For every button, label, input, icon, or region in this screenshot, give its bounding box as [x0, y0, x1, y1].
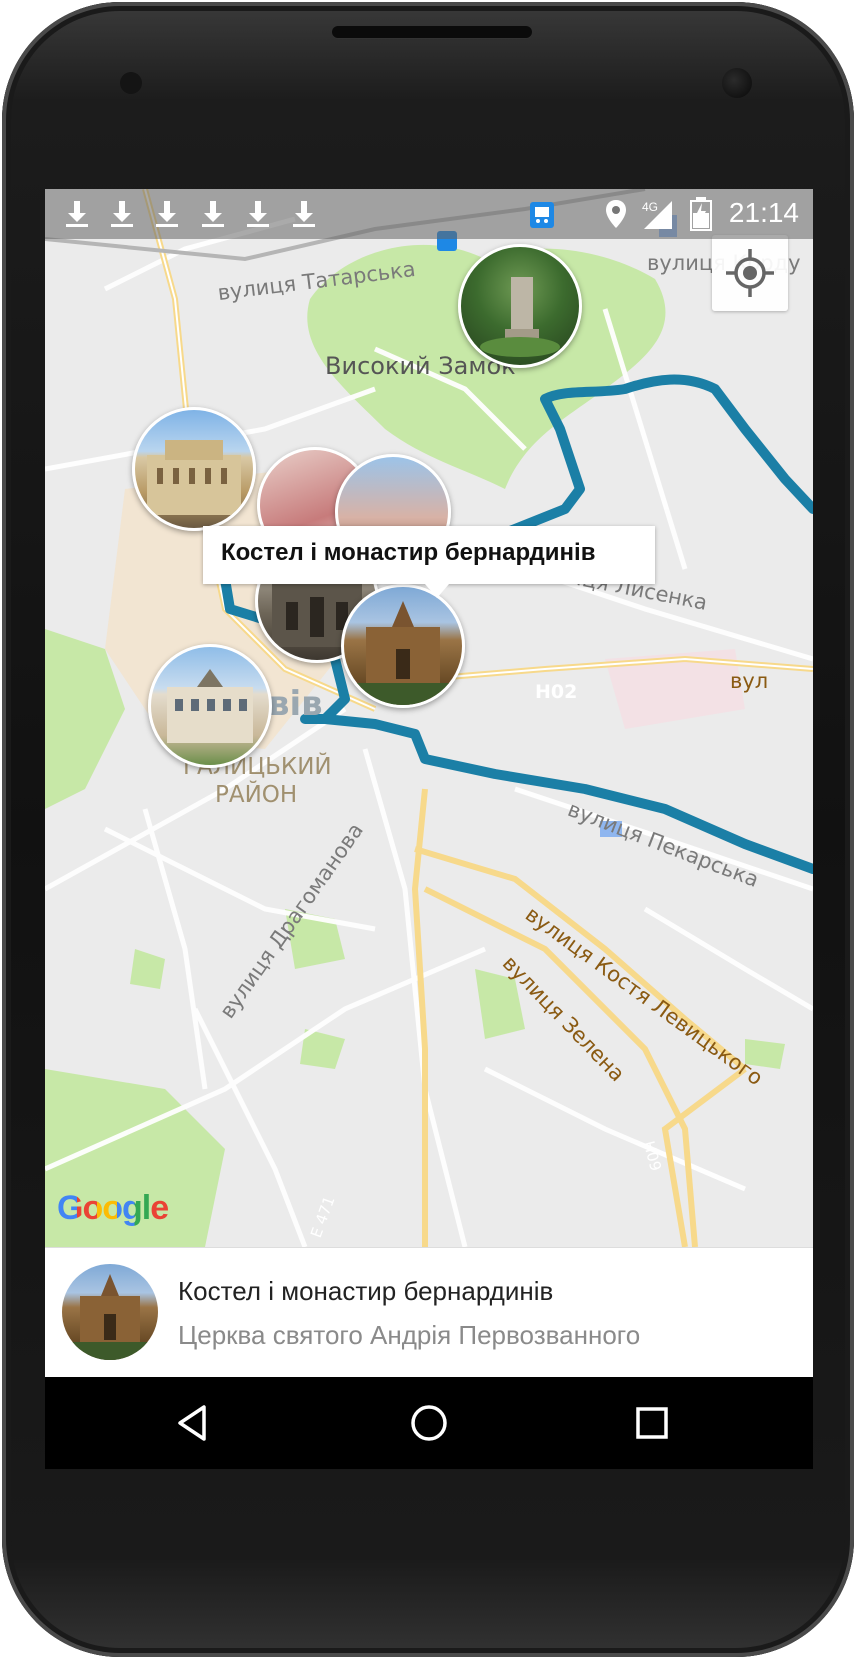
opera-photo	[147, 440, 241, 515]
status-clock: 21:14	[728, 197, 799, 228]
palace-photo	[167, 669, 253, 743]
bernardine-photo	[344, 601, 462, 705]
speaker-grille	[332, 26, 532, 38]
signal-4g-icon: 4G	[642, 200, 672, 229]
place-title: Костел і монастир бернардинів	[178, 1276, 554, 1306]
place-thumbnail[interactable]	[62, 1264, 158, 1360]
my-location-button[interactable]	[712, 235, 788, 311]
proximity-sensor	[120, 72, 142, 94]
home-icon[interactable]	[407, 1401, 451, 1445]
network-type-label: 4G	[642, 200, 658, 214]
download-icon	[156, 201, 178, 227]
marker-info-window[interactable]: Костел і монастир бернардинів	[203, 526, 655, 598]
download-icon	[247, 201, 269, 227]
download-icon	[202, 201, 224, 227]
place-card[interactable]: Костел і монастир бернардинів Церква свя…	[45, 1247, 813, 1378]
road-label: H02	[535, 681, 578, 703]
recents-icon[interactable]	[630, 1401, 674, 1445]
navigation-bar	[45, 1377, 813, 1469]
download-icon	[293, 201, 315, 227]
district-label: РАЙОН	[215, 782, 298, 808]
location-pin-icon	[606, 200, 626, 228]
place-subtitle: Церква святого Андрія Первозванного	[178, 1320, 641, 1350]
google-logo-text: Google	[57, 1189, 169, 1227]
back-icon[interactable]	[172, 1401, 216, 1445]
status-bar: 4G 21:14	[45, 189, 813, 239]
front-camera	[722, 68, 752, 98]
info-window-title: Костел і монастир бернардинів	[221, 539, 596, 566]
poi-marker-potocki-palace[interactable]	[148, 644, 272, 768]
street-label: вул	[730, 669, 769, 693]
bus-stop-icon	[530, 202, 554, 228]
google-logo: Google	[57, 1189, 169, 1228]
info-window-pointer	[425, 584, 449, 598]
screen: вулиця Татарська вулиця Корду Високий За…	[45, 189, 813, 1469]
battery-icon	[690, 197, 712, 231]
crosshair-icon	[726, 249, 774, 297]
download-icon	[66, 201, 88, 227]
poi-marker-bernardine[interactable]	[341, 584, 465, 708]
poi-marker-opera-house[interactable]	[132, 407, 256, 531]
monument-photo	[480, 277, 560, 357]
place-photo	[62, 1274, 158, 1360]
city-label: вів	[268, 684, 323, 724]
poi-marker-high-castle[interactable]	[458, 244, 582, 368]
phone-frame: вулиця Татарська вулиця Корду Високий За…	[2, 2, 854, 1657]
download-icon	[111, 201, 133, 227]
map-view[interactable]: вулиця Татарська вулиця Корду Високий За…	[45, 189, 813, 1247]
